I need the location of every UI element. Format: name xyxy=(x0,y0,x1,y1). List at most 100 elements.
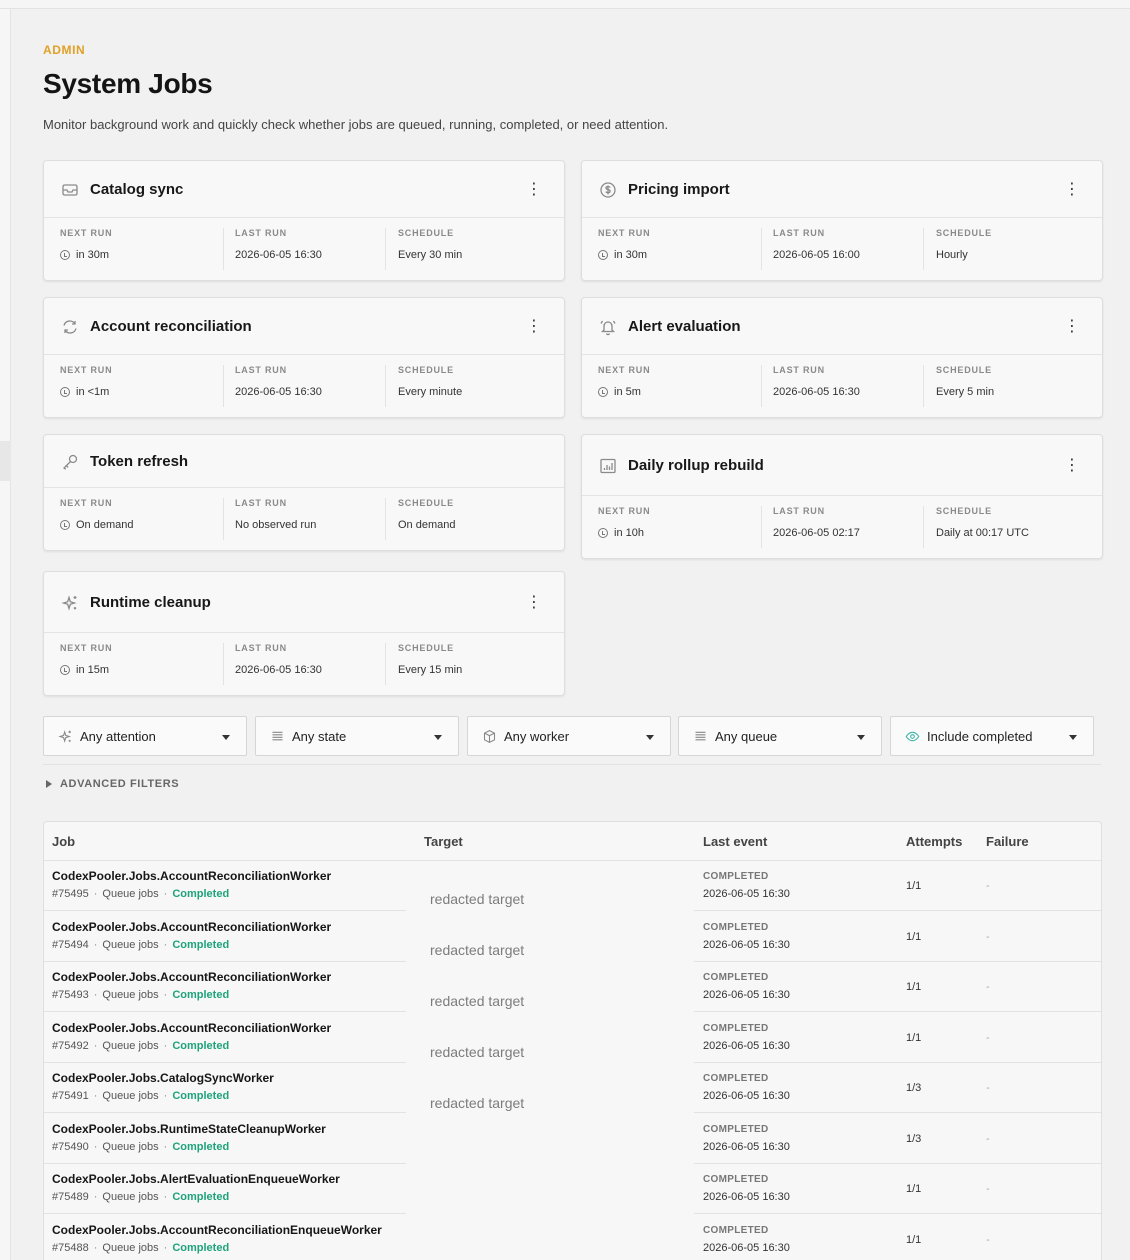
next-run: NEXT RUN in 15m xyxy=(60,643,222,685)
filter-any-state[interactable]: Any state xyxy=(255,716,459,756)
schedule: SCHEDULE Every 5 min xyxy=(923,365,1085,407)
event-time: 2026-06-05 16:30 xyxy=(703,989,790,1001)
schedule-value: On demand xyxy=(398,519,456,531)
job-id: #75488 xyxy=(52,1241,89,1254)
job-card-account-reconciliation: Account reconciliation ⋮ NEXT RUN in <1m… xyxy=(43,297,565,418)
job-name[interactable]: CodexPooler.Jobs.AccountReconciliationWo… xyxy=(52,1021,331,1035)
table-row[interactable]: CodexPooler.Jobs.AccountReconciliationWo… xyxy=(44,1013,1101,1063)
event-status: COMPLETED xyxy=(703,972,769,983)
last-run-value: 2026-06-05 16:30 xyxy=(773,386,860,398)
schedule-label: SCHEDULE xyxy=(936,365,992,375)
filter-include-completed[interactable]: Include completed xyxy=(890,716,1094,756)
job-card-catalog-sync: Catalog sync ⋮ NEXT RUN in 30m LAST RUN … xyxy=(43,160,565,281)
card-header: Alert evaluation ⋮ xyxy=(582,298,1102,355)
last-run-value: 2026-06-05 16:30 xyxy=(235,664,322,676)
next-run: NEXT RUN in 30m xyxy=(60,228,222,270)
clock-icon xyxy=(598,387,608,397)
table-row[interactable]: CodexPooler.Jobs.CatalogSyncWorker #7549… xyxy=(44,1063,1101,1113)
job-id: #75491 xyxy=(52,1090,89,1102)
last-run: LAST RUN 2026-06-05 16:30 xyxy=(761,365,923,407)
filter-any-attention[interactable]: Any attention xyxy=(43,716,247,756)
job-queue: Queue jobs xyxy=(102,1039,159,1052)
filter-any-worker[interactable]: Any worker xyxy=(467,716,671,756)
last-run: LAST RUN 2026-06-05 16:00 xyxy=(761,228,923,270)
job-card-daily-rollup-rebuild: Daily rollup rebuild ⋮ NEXT RUN in 10h L… xyxy=(581,434,1103,559)
advanced-filters-label: ADVANCED FILTERS xyxy=(60,778,180,790)
more-options-icon[interactable]: ⋮ xyxy=(526,181,542,199)
card-header: Catalog sync ⋮ xyxy=(44,161,564,218)
more-options-icon[interactable]: ⋮ xyxy=(1064,457,1080,475)
card-title: Catalog sync xyxy=(90,181,184,198)
last-run: LAST RUN 2026-06-05 16:30 xyxy=(223,643,385,685)
column-header-last-event[interactable]: Last event xyxy=(703,834,767,849)
sparkle-icon xyxy=(58,729,73,744)
job-meta: #75495 · Queue jobs · Completed xyxy=(52,888,230,900)
last-run: LAST RUN 2026-06-05 16:30 xyxy=(223,228,385,270)
more-options-icon[interactable]: ⋮ xyxy=(526,318,542,336)
card-title: Token refresh xyxy=(90,453,189,470)
job-card-pricing-import: Pricing import ⋮ NEXT RUN in 30m LAST RU… xyxy=(581,160,1103,281)
job-name[interactable]: CodexPooler.Jobs.AccountReconciliationWo… xyxy=(52,920,331,934)
target-value: redacted target xyxy=(430,1044,525,1060)
table-row[interactable]: CodexPooler.Jobs.AccountReconciliationWo… xyxy=(44,912,1101,962)
next-run: NEXT RUN in 10h xyxy=(598,506,760,548)
more-options-icon[interactable]: ⋮ xyxy=(1064,181,1080,199)
page-eyebrow: ADMIN xyxy=(43,43,86,57)
schedule-value: Every 15 min xyxy=(398,664,463,676)
filter-any-queue[interactable]: Any queue xyxy=(678,716,882,756)
job-id: #75494 xyxy=(52,938,89,951)
event-time: 2026-06-05 16:30 xyxy=(703,1241,790,1254)
attempts: 1/1 xyxy=(906,880,922,892)
schedule-value: Every 30 min xyxy=(398,249,463,261)
card-title: Runtime cleanup xyxy=(90,594,211,611)
event-time: 2026-06-05 16:30 xyxy=(703,888,790,900)
rail-active-marker xyxy=(0,441,11,481)
job-name[interactable]: CodexPooler.Jobs.AlertEvaluationEnqueueW… xyxy=(52,1172,340,1186)
card-body: NEXT RUN On demand LAST RUN No observed … xyxy=(44,488,564,550)
next-run-label: NEXT RUN xyxy=(60,498,113,508)
column-header-job[interactable]: Job xyxy=(52,834,75,849)
next-run-value: in 10h xyxy=(614,527,644,539)
target-value: redacted target xyxy=(430,1095,525,1111)
column-header-attempts[interactable]: Attempts xyxy=(906,834,962,849)
status-badge: Completed xyxy=(172,1140,230,1153)
schedule-value: Daily at 00:17 UTC xyxy=(936,527,1029,539)
clock-icon xyxy=(598,250,608,260)
schedule-label: SCHEDULE xyxy=(936,228,992,238)
status-badge: Completed xyxy=(172,1191,230,1203)
table-row[interactable]: CodexPooler.Jobs.AlertEvaluationEnqueueW… xyxy=(44,1164,1101,1214)
event-status: COMPLETED xyxy=(703,1224,769,1236)
schedule: SCHEDULE On demand xyxy=(385,498,547,540)
job-name[interactable]: CodexPooler.Jobs.AccountReconciliationWo… xyxy=(52,970,331,984)
job-id: #75492 xyxy=(52,1039,89,1052)
column-header-failure[interactable]: Failure xyxy=(986,834,1029,849)
last-run-label: LAST RUN xyxy=(235,228,287,238)
last-run-label: LAST RUN xyxy=(773,365,825,375)
schedule-label: SCHEDULE xyxy=(398,643,454,653)
table-row[interactable]: CodexPooler.Jobs.AccountReconciliationWo… xyxy=(44,861,1101,911)
more-options-icon[interactable]: ⋮ xyxy=(1064,318,1080,336)
job-queue: Queue jobs xyxy=(102,1090,159,1102)
table-row[interactable]: CodexPooler.Jobs.AccountReconciliationEn… xyxy=(44,1215,1101,1260)
job-name[interactable]: CodexPooler.Jobs.AccountReconciliationWo… xyxy=(52,869,331,883)
advanced-filters-toggle[interactable]: ADVANCED FILTERS xyxy=(46,778,179,790)
last-run-value: 2026-06-05 02:17 xyxy=(773,527,860,539)
failure: - xyxy=(986,1082,990,1094)
job-name[interactable]: CodexPooler.Jobs.CatalogSyncWorker xyxy=(52,1071,274,1085)
schedule-label: SCHEDULE xyxy=(398,228,454,238)
target-value: redacted target xyxy=(430,891,525,907)
job-name[interactable]: CodexPooler.Jobs.RuntimeStateCleanupWork… xyxy=(52,1122,326,1136)
eye-icon xyxy=(905,729,920,744)
job-meta: #75494 · Queue jobs · Completed xyxy=(52,938,230,951)
schedule: SCHEDULE Every 15 min xyxy=(385,643,547,685)
card-body: NEXT RUN in 10h LAST RUN 2026-06-05 02:1… xyxy=(582,496,1102,558)
table-row[interactable]: CodexPooler.Jobs.RuntimeStateCleanupWork… xyxy=(44,1114,1101,1164)
card-body: NEXT RUN in <1m LAST RUN 2026-06-05 16:3… xyxy=(44,355,564,417)
job-name[interactable]: CodexPooler.Jobs.AccountReconciliationEn… xyxy=(52,1223,382,1237)
card-body: NEXT RUN in 15m LAST RUN 2026-06-05 16:3… xyxy=(44,633,564,695)
table-row[interactable]: CodexPooler.Jobs.AccountReconciliationWo… xyxy=(44,962,1101,1012)
next-run-label: NEXT RUN xyxy=(598,228,651,238)
more-options-icon[interactable]: ⋮ xyxy=(526,594,542,612)
column-header-target[interactable]: Target xyxy=(424,834,463,849)
list-icon xyxy=(270,729,285,744)
